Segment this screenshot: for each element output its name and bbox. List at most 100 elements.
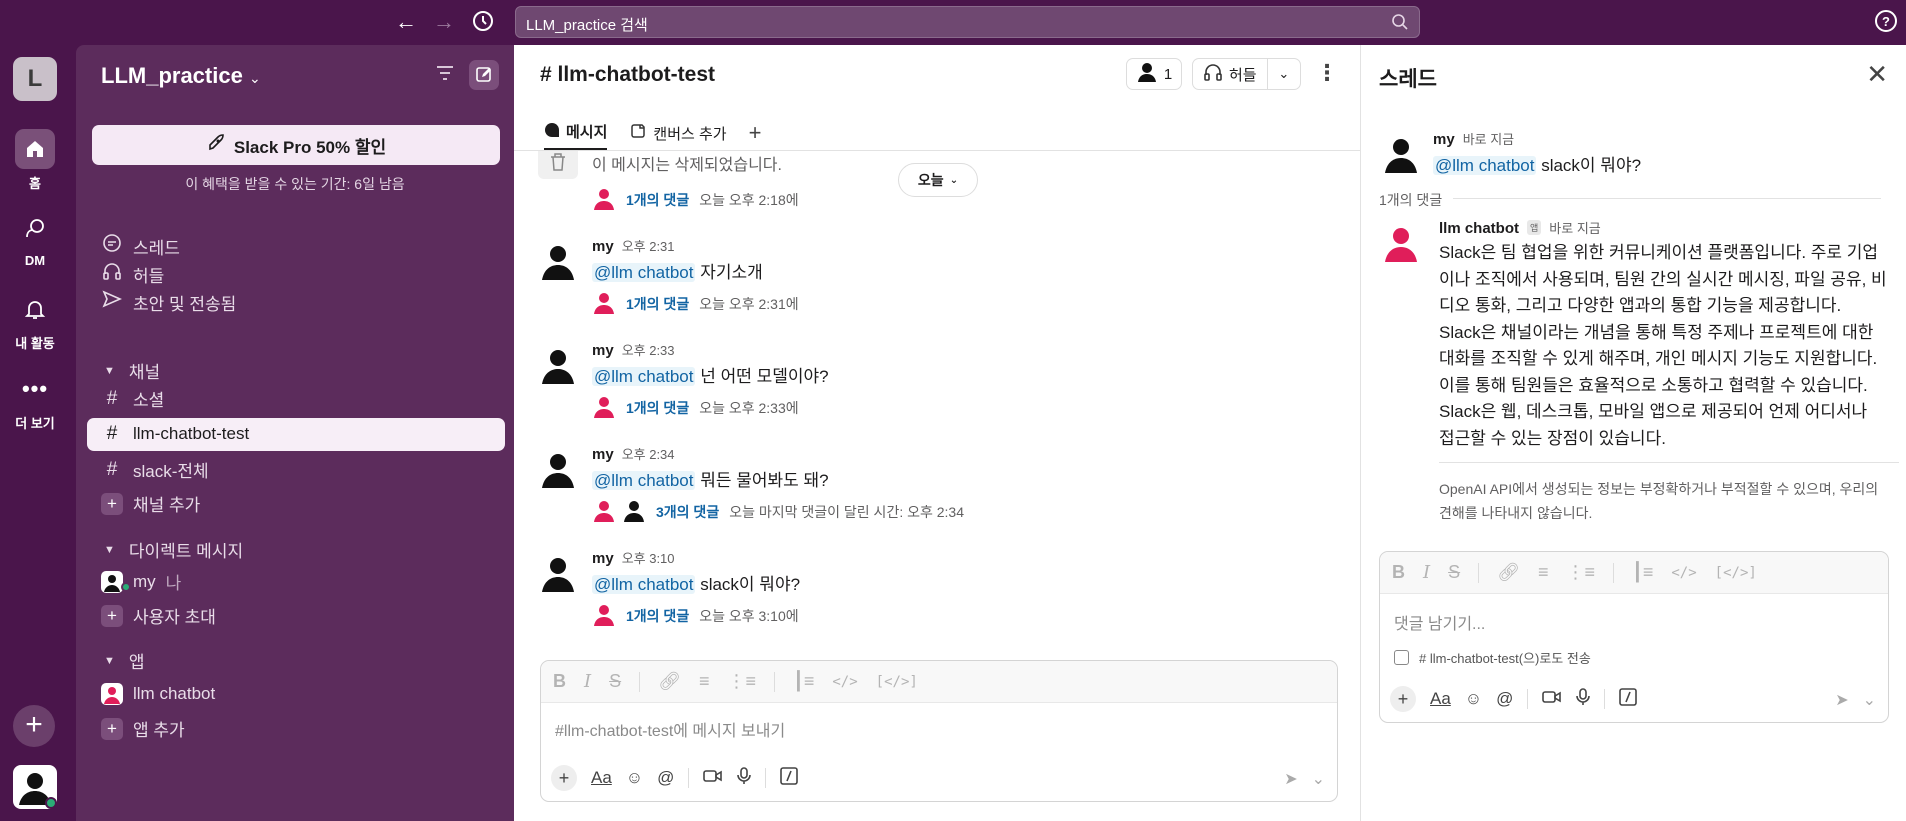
sidebar-item-dm-me[interactable]: my 나: [101, 569, 181, 594]
bulleted-list-icon[interactable]: ⋮≡: [1567, 562, 1596, 583]
emoji-icon[interactable]: ☺: [626, 768, 643, 788]
blockquote-icon[interactable]: ┃≡: [793, 671, 814, 692]
sidebar-item-llm-chatbot[interactable]: llm chatbot: [101, 683, 215, 705]
add-channel-button[interactable]: + 채널 추가: [101, 491, 200, 516]
sidebar-item-threads[interactable]: 스레드: [101, 233, 180, 259]
italic-icon[interactable]: I: [1423, 562, 1430, 583]
add-app-button[interactable]: + 앱 추가: [101, 716, 185, 741]
microphone-icon[interactable]: [1576, 687, 1591, 711]
start-huddle-button[interactable]: 허들: [1193, 59, 1268, 89]
search-icon[interactable]: [1391, 13, 1409, 36]
sidebar-item-drafts[interactable]: 초안 및 전송됨: [101, 289, 236, 315]
message-time[interactable]: 바로 지금: [1549, 221, 1600, 236]
chevron-down-icon[interactable]: ⌄: [1312, 769, 1325, 789]
message-time[interactable]: 바로 지금: [1463, 132, 1514, 147]
thread-replies-link[interactable]: 1개의 댓글 오늘 오후 3:10에: [592, 602, 800, 629]
help-icon[interactable]: ?: [1874, 9, 1898, 38]
date-divider-pill[interactable]: 오늘 ⌄: [898, 163, 978, 197]
sidebar-item-huddles[interactable]: 허들: [101, 261, 164, 287]
user-avatar[interactable]: [538, 240, 578, 280]
workspace-name-menu[interactable]: LLM_practice ⌄: [101, 63, 261, 89]
strikethrough-icon[interactable]: S: [609, 671, 621, 692]
mention-icon[interactable]: @: [1496, 689, 1513, 709]
emoji-icon[interactable]: ☺: [1465, 689, 1482, 709]
bulleted-list-icon[interactable]: ⋮≡: [728, 671, 757, 692]
apps-section-header[interactable]: ▼ 앱: [104, 648, 145, 673]
thread-replies-link[interactable]: 1개의 댓글 오늘 오후 2:18에: [592, 186, 799, 213]
message-time[interactable]: 오후 2:33: [622, 343, 675, 358]
text-format-icon[interactable]: Aa: [1430, 689, 1451, 709]
rail-item-more[interactable]: ••• 더 보기: [0, 369, 70, 432]
blockquote-icon[interactable]: ┃≡: [1632, 562, 1653, 583]
rail-item-activity[interactable]: 내 활동: [0, 289, 70, 352]
channels-section-header[interactable]: ▼ 채널: [104, 358, 160, 383]
link-icon[interactable]: 🔗︎: [658, 671, 681, 692]
members-button[interactable]: 1: [1126, 58, 1182, 90]
thread-replies-link[interactable]: 3개의 댓글 오늘 마지막 댓글이 달린 시간: 오후 2:34: [592, 498, 964, 525]
history-clock-icon[interactable]: [471, 10, 495, 34]
sidebar-item-llm-chatbot-test[interactable]: # llm-chatbot-test: [101, 423, 250, 445]
message-author[interactable]: my: [1433, 131, 1455, 148]
attach-plus-icon[interactable]: +: [1390, 686, 1416, 712]
dm-section-header[interactable]: ▼ 다이렉트 메시지: [104, 537, 243, 562]
mention-icon[interactable]: @: [657, 768, 674, 788]
back-arrow-icon[interactable]: ←: [394, 10, 418, 34]
video-icon[interactable]: [703, 768, 723, 789]
link-icon[interactable]: 🔗︎: [1497, 562, 1520, 583]
send-icon[interactable]: ➤: [1284, 769, 1297, 789]
user-avatar[interactable]: [1381, 133, 1421, 173]
message-author[interactable]: my: [592, 550, 614, 567]
add-workspace-button[interactable]: +: [13, 705, 55, 747]
tab-messages[interactable]: 메시지: [544, 115, 608, 151]
ordered-list-icon[interactable]: ≡: [699, 671, 710, 692]
bot-avatar[interactable]: [1381, 222, 1421, 262]
italic-icon[interactable]: I: [584, 671, 591, 692]
bold-icon[interactable]: B: [553, 671, 566, 692]
forward-arrow-icon[interactable]: →: [432, 10, 456, 34]
reply-input[interactable]: 댓글 남기기...: [1394, 610, 1485, 634]
microphone-icon[interactable]: [737, 766, 752, 790]
rail-item-dm[interactable]: DM: [0, 209, 70, 268]
more-vertical-icon[interactable]: ⋮: [1316, 60, 1338, 86]
text-format-icon[interactable]: Aa: [591, 768, 612, 788]
code-block-icon[interactable]: [</>]: [876, 674, 918, 690]
mention-link[interactable]: @llm chatbot: [592, 263, 696, 282]
sidebar-item-slack-all[interactable]: # slack-전체: [101, 457, 209, 482]
huddle-button[interactable]: 허들 ⌄: [1192, 58, 1301, 90]
search-input[interactable]: LLM_practice 검색: [515, 6, 1420, 38]
bold-icon[interactable]: B: [1392, 562, 1405, 583]
chevron-down-icon[interactable]: ⌄: [1268, 66, 1300, 82]
also-send-checkbox[interactable]: [1394, 650, 1409, 665]
code-block-icon[interactable]: [</>]: [1715, 565, 1757, 581]
user-avatar[interactable]: [538, 448, 578, 488]
message-author[interactable]: my: [592, 238, 614, 255]
invite-user-button[interactable]: + 사용자 초대: [101, 603, 216, 628]
chevron-down-icon[interactable]: ⌄: [1863, 690, 1876, 710]
rail-item-home[interactable]: 홈: [0, 129, 70, 192]
add-tab-icon[interactable]: +: [749, 120, 762, 146]
send-icon[interactable]: ➤: [1835, 690, 1848, 710]
close-icon[interactable]: ✕: [1866, 59, 1888, 90]
message-input[interactable]: #llm-chatbot-test에 메시지 보내기: [555, 717, 785, 741]
sidebar-item-social[interactable]: # 소셜: [101, 386, 165, 411]
code-icon[interactable]: </>: [832, 674, 857, 690]
attach-plus-icon[interactable]: +: [551, 765, 577, 791]
mention-link[interactable]: @llm chatbot: [592, 471, 696, 490]
mention-link[interactable]: @llm chatbot: [592, 575, 696, 594]
filter-icon[interactable]: [435, 65, 455, 86]
message-author[interactable]: my: [592, 446, 614, 463]
message-author[interactable]: my: [592, 342, 614, 359]
message-author[interactable]: llm chatbot: [1439, 220, 1519, 237]
thread-replies-link[interactable]: 1개의 댓글 오늘 오후 2:33에: [592, 394, 829, 421]
channel-title[interactable]: # llm-chatbot-test: [540, 63, 715, 87]
user-avatar[interactable]: [538, 552, 578, 592]
pro-promo-button[interactable]: Slack Pro 50% 할인: [92, 125, 500, 165]
message-time[interactable]: 오후 2:31: [622, 239, 675, 254]
tab-add-canvas[interactable]: 캔버스 추가: [629, 115, 727, 151]
thread-replies-link[interactable]: 1개의 댓글 오늘 오후 2:31에: [592, 290, 799, 317]
message-time[interactable]: 오후 2:34: [622, 447, 675, 462]
user-avatar[interactable]: [538, 344, 578, 384]
message-time[interactable]: 오후 3:10: [622, 551, 675, 566]
code-icon[interactable]: </>: [1671, 565, 1696, 581]
slash-command-icon[interactable]: [780, 766, 799, 790]
